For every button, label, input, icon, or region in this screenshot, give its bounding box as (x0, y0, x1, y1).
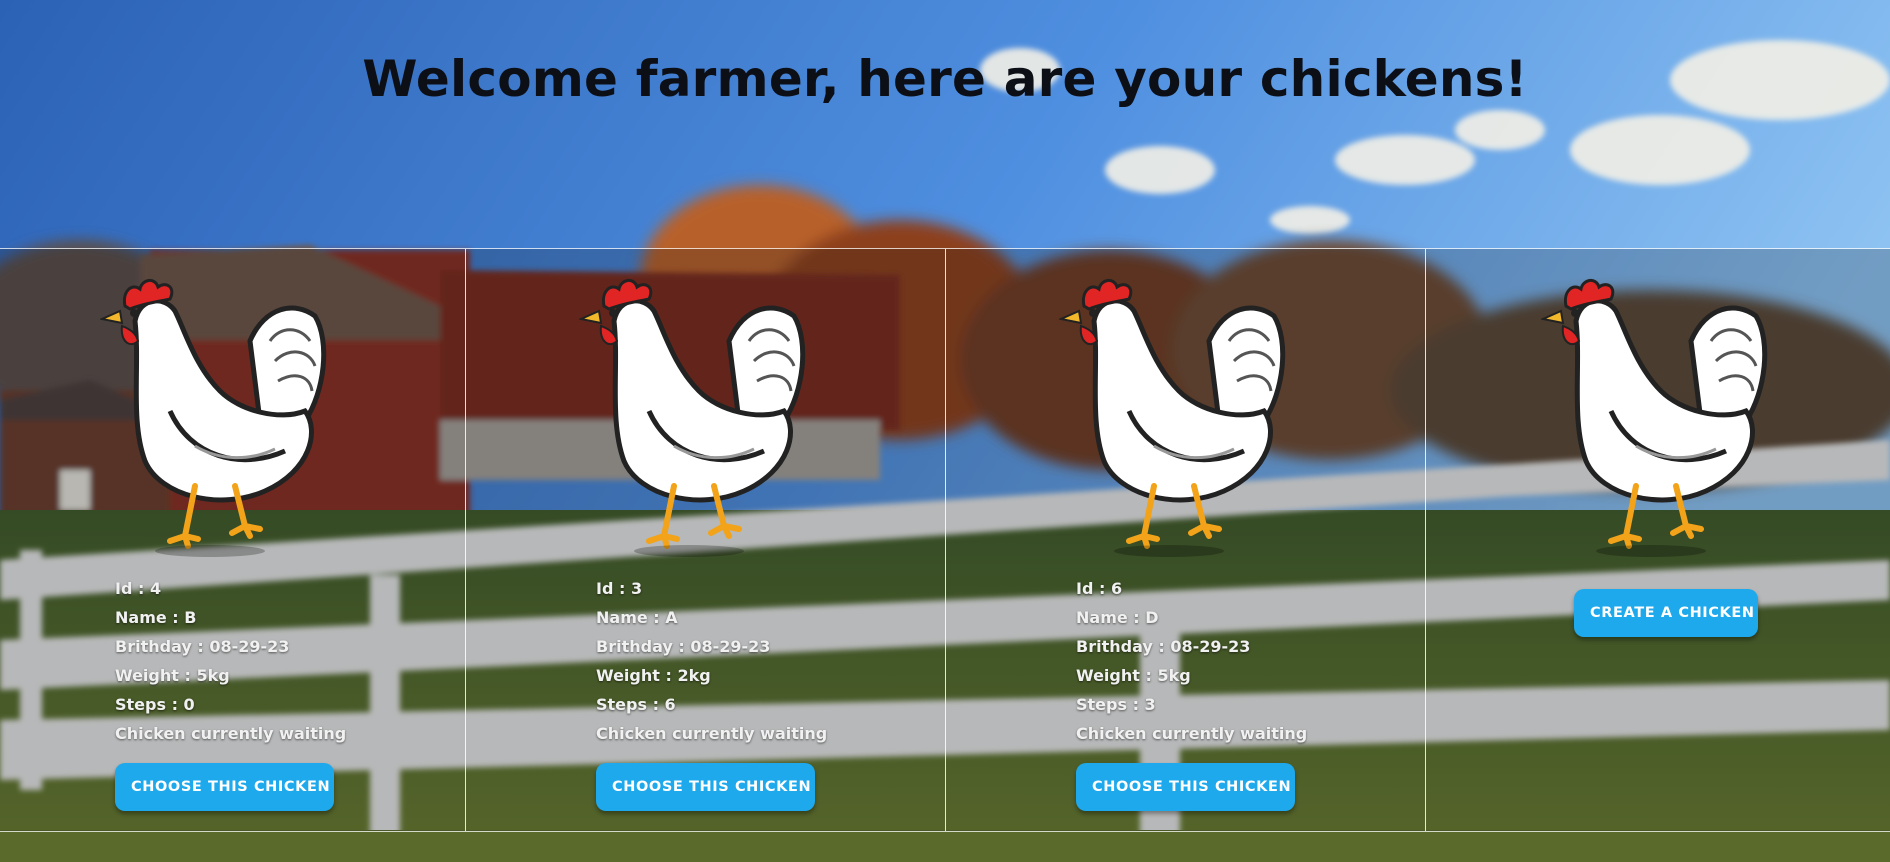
choose-chicken-button[interactable]: CHOOSE THIS CHICKEN (596, 763, 815, 811)
chicken-birthday: Brithday : 08-29-23 (1076, 637, 1251, 656)
choose-chicken-button[interactable]: CHOOSE THIS CHICKEN (1076, 763, 1295, 811)
chicken-id: Id : 4 (115, 579, 162, 598)
chicken-list: Id : 4 Name : B Brithday : 08-29-23 Weig… (0, 248, 1890, 832)
page-title: Welcome farmer, here are your chickens! (362, 50, 1528, 108)
chicken-info: Id : 3 Name : A Brithday : 08-29-23 Weig… (596, 574, 827, 748)
chicken-steps: Steps : 3 (1076, 695, 1156, 714)
chicken-status: Chicken currently waiting (1076, 724, 1308, 743)
chicken-info: Id : 4 Name : B Brithday : 08-29-23 Weig… (115, 574, 346, 748)
chicken-weight: Weight : 5kg (115, 666, 230, 685)
chicken-steps: Steps : 0 (115, 695, 195, 714)
chicken-icon (100, 271, 340, 571)
chicken-name: Name : B (115, 608, 197, 627)
chicken-weight: Weight : 5kg (1076, 666, 1191, 685)
chicken-card: Id : 3 Name : A Brithday : 08-29-23 Weig… (465, 249, 945, 831)
chicken-icon (579, 271, 819, 571)
chicken-id: Id : 3 (596, 579, 643, 598)
chicken-birthday: Brithday : 08-29-23 (115, 637, 290, 656)
chicken-status: Chicken currently waiting (596, 724, 828, 743)
create-chicken-card: CREATE A CHICKEN (1425, 249, 1890, 831)
chicken-weight: Weight : 2kg (596, 666, 711, 685)
chicken-status: Chicken currently waiting (115, 724, 347, 743)
chicken-icon (1541, 271, 1781, 571)
chicken-birthday: Brithday : 08-29-23 (596, 637, 771, 656)
chicken-info: Id : 6 Name : D Brithday : 08-29-23 Weig… (1076, 574, 1307, 748)
chicken-icon (1059, 271, 1299, 571)
chicken-card: Id : 4 Name : B Brithday : 08-29-23 Weig… (0, 249, 465, 831)
chicken-id: Id : 6 (1076, 579, 1123, 598)
chicken-name: Name : A (596, 608, 678, 627)
choose-chicken-button[interactable]: CHOOSE THIS CHICKEN (115, 763, 334, 811)
chicken-name: Name : D (1076, 608, 1159, 627)
chicken-steps: Steps : 6 (596, 695, 676, 714)
chicken-card: Id : 6 Name : D Brithday : 08-29-23 Weig… (945, 249, 1425, 831)
create-chicken-button[interactable]: CREATE A CHICKEN (1574, 589, 1758, 637)
